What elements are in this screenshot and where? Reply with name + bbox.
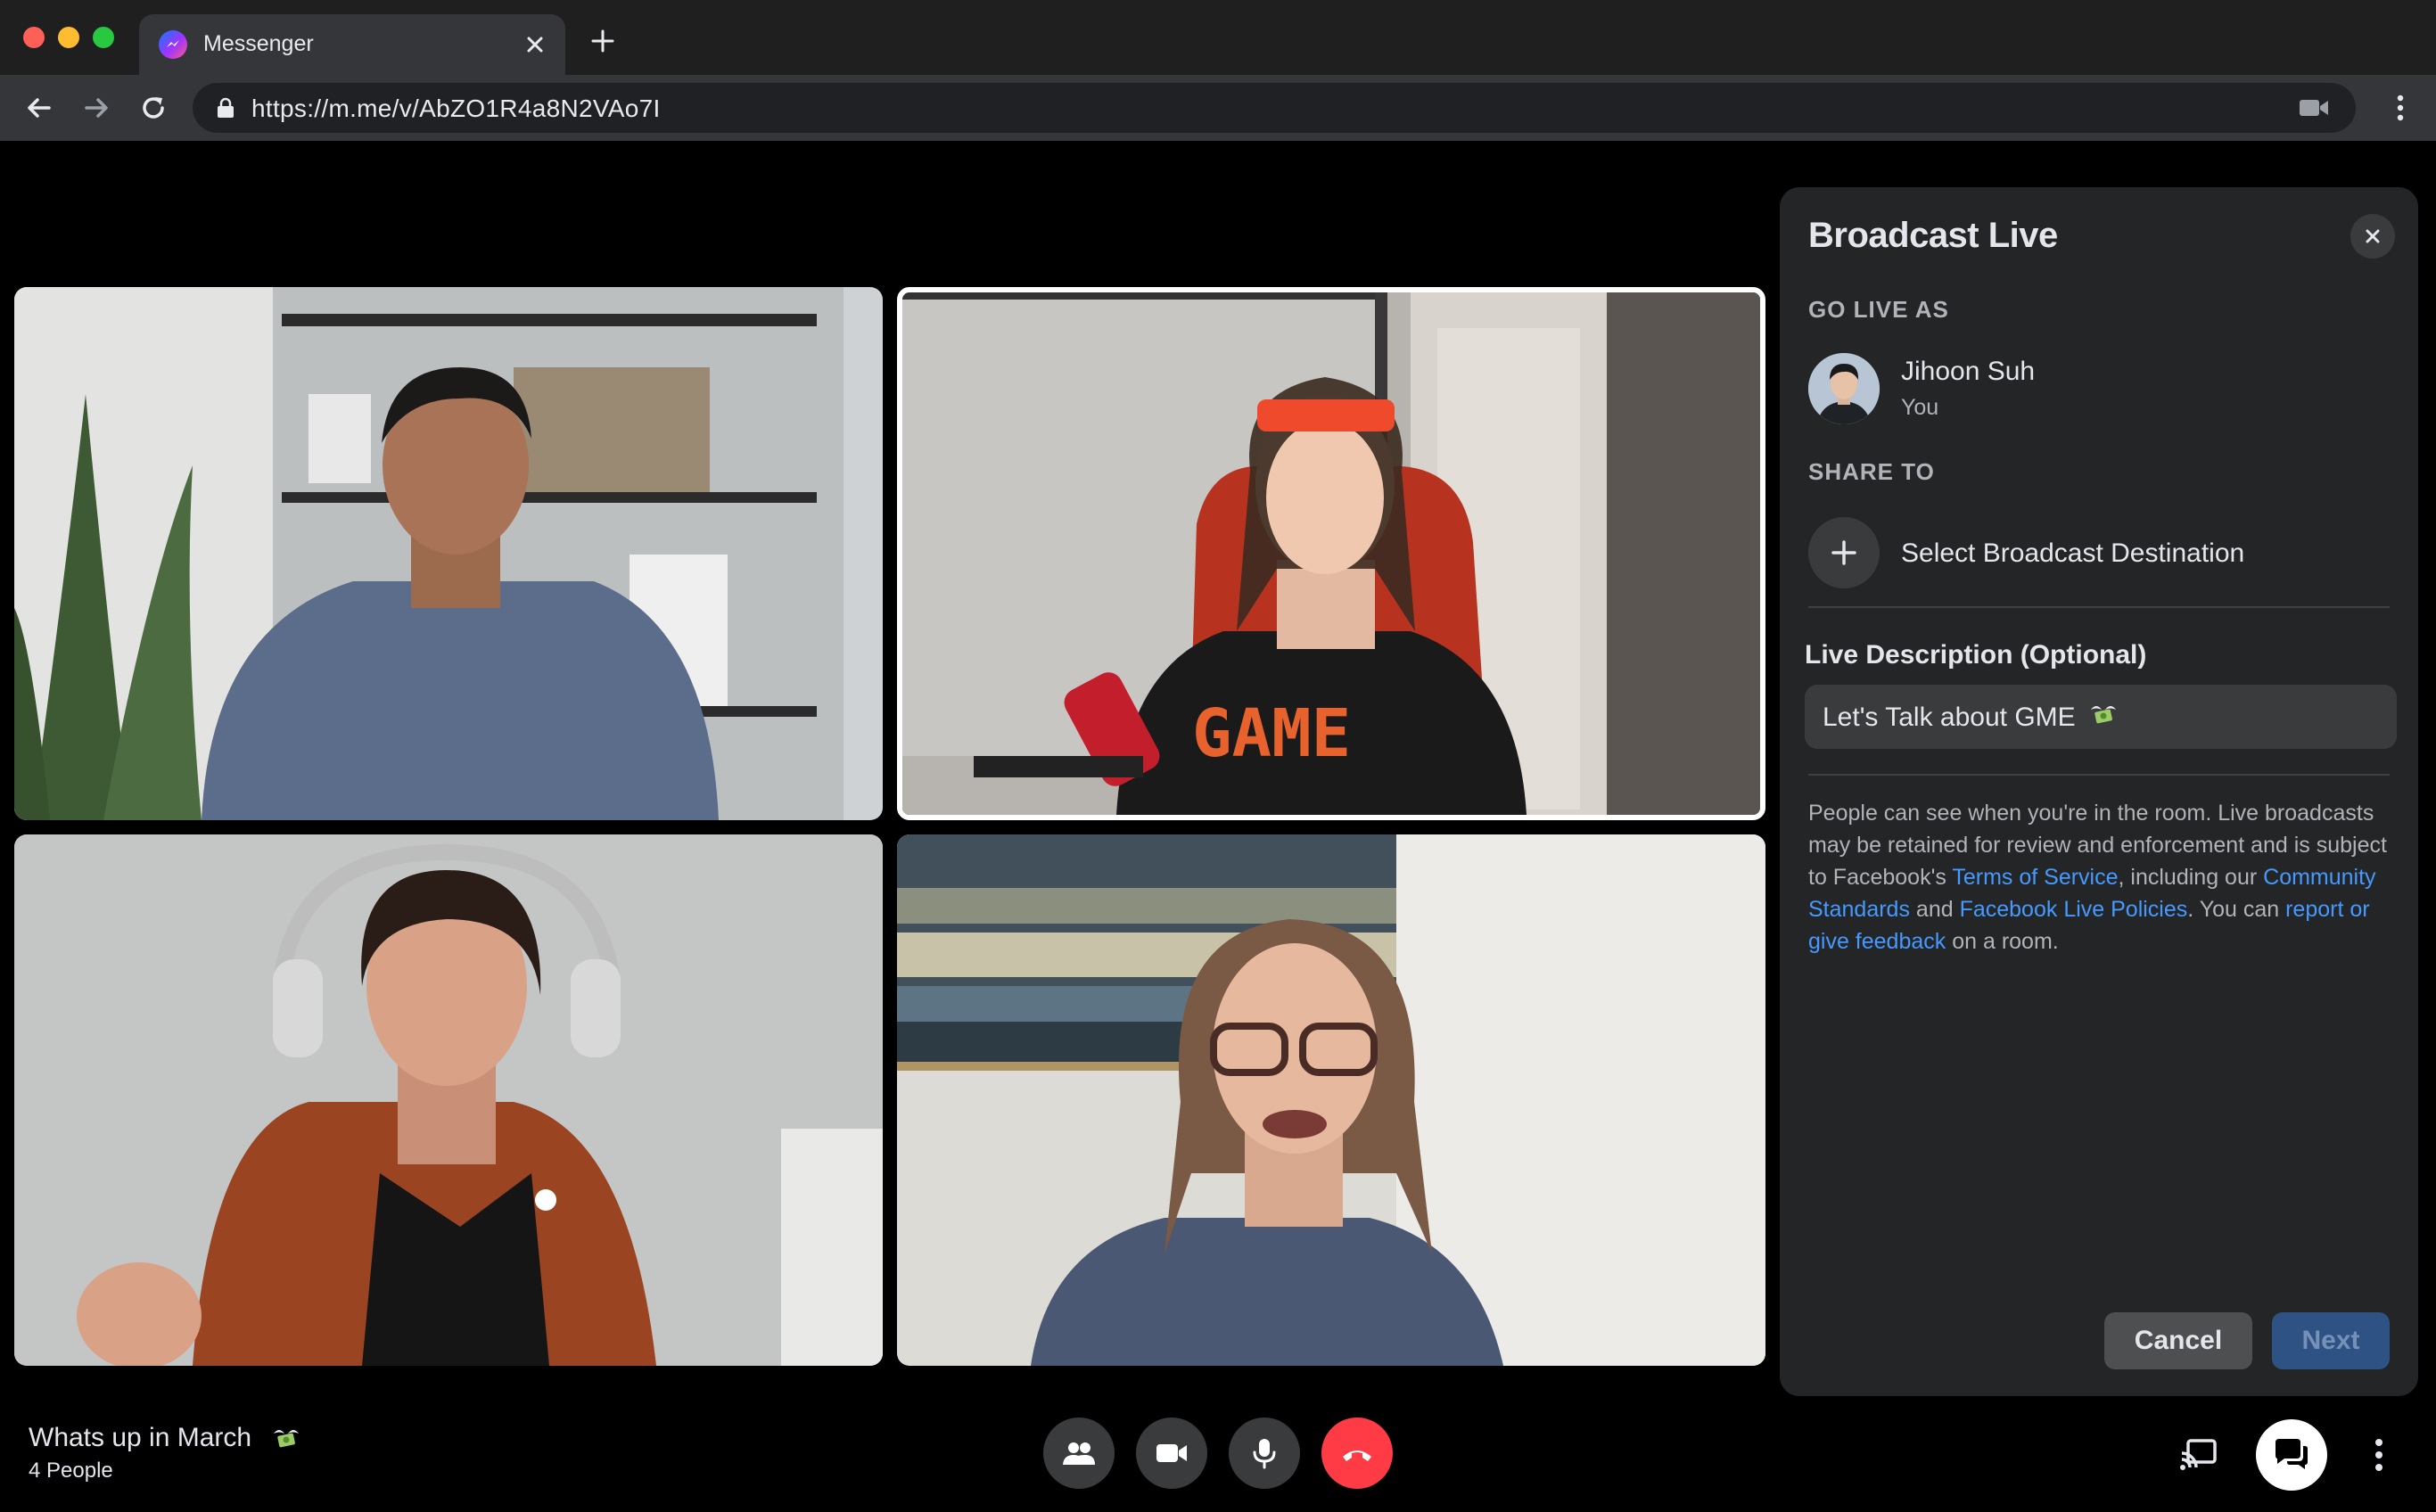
new-tab-icon[interactable] (587, 25, 619, 57)
cast-icon (2180, 1439, 2217, 1470)
forward-arrow-icon[interactable] (78, 90, 114, 126)
tab-messenger[interactable]: Messenger (139, 14, 565, 75)
window-minimize-button[interactable] (58, 27, 79, 48)
participants-button[interactable] (1043, 1418, 1115, 1489)
more-options-button[interactable] (2361, 1435, 2397, 1475)
select-destination-button[interactable] (1808, 517, 1880, 588)
microphone-icon (1253, 1439, 1276, 1469)
browser-menu-icon[interactable] (2383, 90, 2418, 126)
browser-chrome: Messenger https://m.me/v/AbZO1R4a8N2VAo7… (0, 0, 2436, 141)
navigation-bar: https://m.me/v/AbZO1R4a8N2VAo7I (0, 75, 2436, 141)
user-subtitle: You (1901, 395, 1939, 420)
back-arrow-icon[interactable] (21, 90, 57, 126)
people-count: 4 People (29, 1459, 113, 1483)
participant-4-video (897, 834, 1765, 1366)
end-call-button[interactable] (1321, 1418, 1393, 1489)
more-options-icon (2375, 1439, 2383, 1471)
live-description-value: Let's Talk about GME (1823, 703, 2076, 732)
messenger-logo-icon (159, 30, 187, 59)
share-to-label: SHARE TO (1808, 458, 1935, 485)
participant-2-video: GAME (902, 292, 1760, 815)
money-with-wings-emoji-icon (274, 1430, 299, 1448)
end-call-icon (1343, 1450, 1371, 1461)
tab-close-icon[interactable] (519, 29, 551, 61)
video-tile-participant-4[interactable] (897, 834, 1765, 1366)
terms-of-service-link[interactable]: Terms of Service (1952, 865, 2118, 890)
go-live-as-label: GO LIVE AS (1808, 296, 1949, 323)
window-close-button[interactable] (23, 27, 45, 48)
url-text[interactable]: https://m.me/v/AbZO1R4a8N2VAo7I (251, 94, 661, 123)
legal-text: , including our (2118, 865, 2264, 890)
participant-1-video (14, 287, 883, 820)
live-description-input[interactable]: Let's Talk about GME (1805, 685, 2397, 749)
tab-bar: Messenger (0, 0, 2436, 75)
shirt-text: GAME (1192, 695, 1351, 772)
legal-notice: People can see when you're in the room. … (1808, 797, 2390, 957)
next-button[interactable]: Next (2272, 1312, 2390, 1369)
facebook-live-policies-link[interactable]: Facebook Live Policies (1960, 897, 2188, 922)
divider (1808, 606, 2390, 608)
broadcast-live-panel: Broadcast Live GO LIVE AS Jihoon Suh You… (1780, 187, 2418, 1396)
toggle-video-button[interactable] (1136, 1418, 1207, 1489)
legal-text: on a room. (1946, 929, 2059, 954)
video-tile-participant-2-active-speaker[interactable]: GAME (897, 287, 1765, 820)
legal-text: . You can (2187, 897, 2286, 922)
participant-3-video (14, 834, 883, 1366)
user-name: Jihoon Suh (1901, 357, 2036, 386)
toggle-microphone-button[interactable] (1229, 1418, 1300, 1489)
panel-close-button[interactable] (2350, 214, 2395, 259)
cast-button[interactable] (2179, 1437, 2218, 1473)
room-name: Whats up in March (29, 1423, 252, 1452)
lock-icon (216, 97, 235, 119)
live-description-label: Live Description (Optional) (1805, 640, 2147, 670)
select-destination-label[interactable]: Select Broadcast Destination (1901, 538, 2244, 569)
legal-text: and (1909, 897, 1960, 922)
chat-button[interactable] (2256, 1419, 2327, 1491)
avatar (1808, 353, 1880, 424)
plus-icon (1831, 540, 1856, 565)
panel-title: Broadcast Live (1808, 216, 2058, 255)
window-zoom-button[interactable] (93, 27, 114, 48)
address-bar[interactable]: https://m.me/v/AbZO1R4a8N2VAo7I (193, 83, 2356, 133)
people-icon (1063, 1442, 1095, 1465)
video-camera-icon (1156, 1444, 1187, 1462)
divider (1808, 774, 2390, 776)
video-tile-participant-3[interactable] (14, 834, 883, 1366)
cancel-button[interactable]: Cancel (2104, 1312, 2252, 1369)
chat-icon (2276, 1439, 2308, 1469)
reload-icon[interactable] (136, 90, 171, 126)
close-icon (2366, 229, 2380, 243)
video-tile-participant-1[interactable] (14, 287, 883, 820)
tab-title: Messenger (203, 31, 314, 56)
money-with-wings-emoji-icon (2091, 706, 2116, 724)
camera-in-use-icon[interactable] (2299, 97, 2329, 119)
